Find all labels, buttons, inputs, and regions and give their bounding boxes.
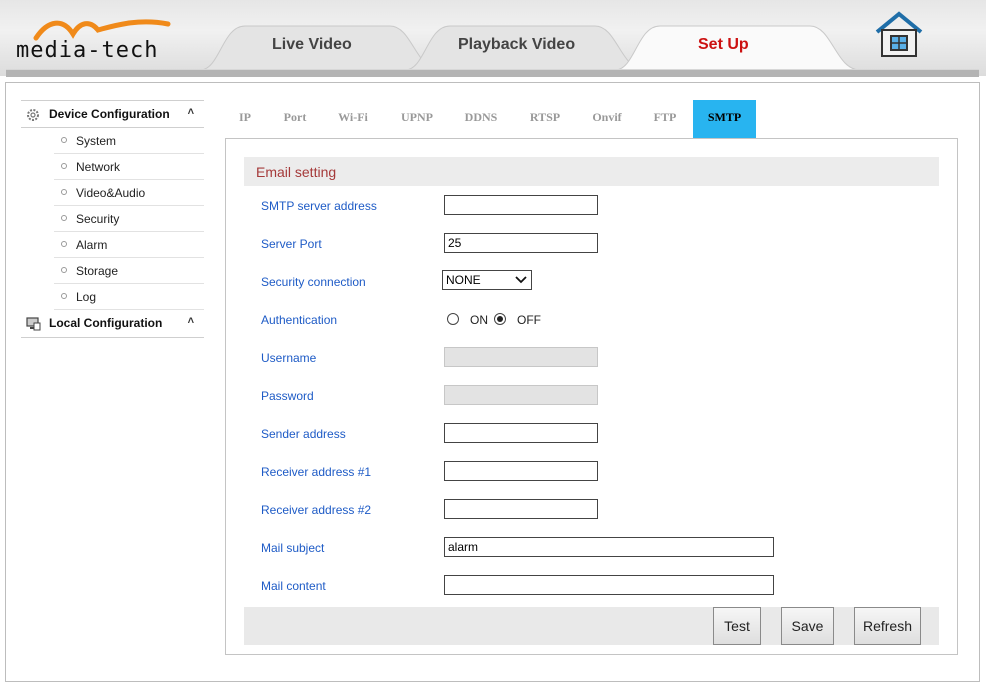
smtp-server-input[interactable] <box>444 195 598 215</box>
sidebar: Device Configuration ˄ System Network Vi… <box>21 100 204 338</box>
sidebar-item-label: System <box>76 134 117 148</box>
sidebar-item-log[interactable]: Log <box>54 284 204 310</box>
sidebar-item-system[interactable]: System <box>54 128 204 154</box>
monitor-icon <box>26 317 41 331</box>
auth-off-label: OFF <box>517 313 541 327</box>
save-button[interactable]: Save <box>781 607 834 645</box>
bullet-icon <box>61 267 67 273</box>
sidebar-item-security[interactable]: Security <box>54 206 204 232</box>
bullet-icon <box>61 163 67 169</box>
bullet-icon <box>61 137 67 143</box>
smtp-server-label: SMTP server address <box>261 199 377 213</box>
mail-content-label: Mail content <box>261 579 326 593</box>
gear-icon <box>27 109 39 121</box>
sidebar-item-label: Alarm <box>76 238 108 252</box>
tab-live-video[interactable]: Live Video <box>272 36 352 54</box>
mail-content-input[interactable] <box>444 575 774 595</box>
top-header: media-tech Live Video Playback Video Set… <box>0 0 986 77</box>
sidebar-item-network[interactable]: Network <box>54 154 204 180</box>
sidebar-local-configuration[interactable]: Local Configuration ˄ <box>21 310 204 338</box>
receiver-address-1-input[interactable] <box>444 461 598 481</box>
server-port-label: Server Port <box>261 237 322 251</box>
chevron-up-icon: ˄ <box>187 315 194 327</box>
bullet-icon <box>61 215 67 221</box>
tab-playback-video[interactable]: Playback Video <box>458 36 575 54</box>
sidebar-item-alarm[interactable]: Alarm <box>54 232 204 258</box>
auth-on-label: ON <box>470 313 488 327</box>
username-label: Username <box>261 351 317 365</box>
tab-ddns[interactable]: DDNS <box>456 100 506 138</box>
tab-upnp[interactable]: UPNP <box>392 100 442 138</box>
tab-setup[interactable]: Set Up <box>698 36 749 54</box>
section-title: Email setting <box>256 164 337 180</box>
sidebar-item-label: Video&Audio <box>76 186 146 200</box>
tab-wifi[interactable]: Wi-Fi <box>330 100 376 138</box>
sidebar-item-label: Log <box>76 290 97 304</box>
security-connection-value: NONE <box>446 273 481 287</box>
auth-on-radio[interactable] <box>447 313 459 325</box>
tab-ip[interactable]: IP <box>226 100 264 138</box>
password-input[interactable] <box>444 385 598 405</box>
bullet-icon <box>61 189 67 195</box>
sidebar-item-label: Security <box>76 212 120 226</box>
bullet-icon <box>61 241 67 247</box>
server-port-input[interactable] <box>444 233 598 253</box>
sender-address-label: Sender address <box>261 427 346 441</box>
sender-address-input[interactable] <box>444 423 598 443</box>
logo-text: media-tech <box>16 38 159 63</box>
sidebar-device-configuration[interactable]: Device Configuration ˄ <box>21 100 204 128</box>
sidebar-item-video-audio[interactable]: Video&Audio <box>54 180 204 206</box>
password-label: Password <box>261 389 314 403</box>
tab-rtsp[interactable]: RTSP <box>520 100 570 138</box>
tab-port[interactable]: Port <box>276 100 314 138</box>
home-icon[interactable] <box>873 10 925 58</box>
receiver-address-2-label: Receiver address #2 <box>261 503 372 517</box>
authentication-label: Authentication <box>261 313 338 327</box>
test-button[interactable]: Test <box>713 607 761 645</box>
button-bar <box>244 607 939 645</box>
sidebar-local-configuration-label: Local Configuration <box>49 316 163 330</box>
username-input[interactable] <box>444 347 598 367</box>
sidebar-device-configuration-label: Device Configuration <box>49 107 170 121</box>
header-divider <box>6 69 979 77</box>
sidebar-item-label: Storage <box>76 264 119 278</box>
mail-subject-input[interactable] <box>444 537 774 557</box>
auth-off-radio[interactable] <box>494 313 506 325</box>
security-connection-label: Security connection <box>261 275 366 289</box>
chevron-down-icon <box>515 276 527 284</box>
tab-ftp[interactable]: FTP <box>646 100 684 138</box>
mail-subject-label: Mail subject <box>261 541 325 555</box>
sidebar-item-label: Network <box>76 160 121 174</box>
chevron-up-icon: ˄ <box>187 106 194 118</box>
section-header: Email setting <box>244 157 939 186</box>
security-connection-select[interactable]: NONE <box>442 270 532 290</box>
receiver-address-2-input[interactable] <box>444 499 598 519</box>
sidebar-item-storage[interactable]: Storage <box>54 258 204 284</box>
tab-smtp[interactable]: SMTP <box>693 100 756 138</box>
bullet-icon <box>61 293 67 299</box>
refresh-button[interactable]: Refresh <box>854 607 921 645</box>
receiver-address-1-label: Receiver address #1 <box>261 465 372 479</box>
tab-onvif[interactable]: Onvif <box>583 100 631 138</box>
